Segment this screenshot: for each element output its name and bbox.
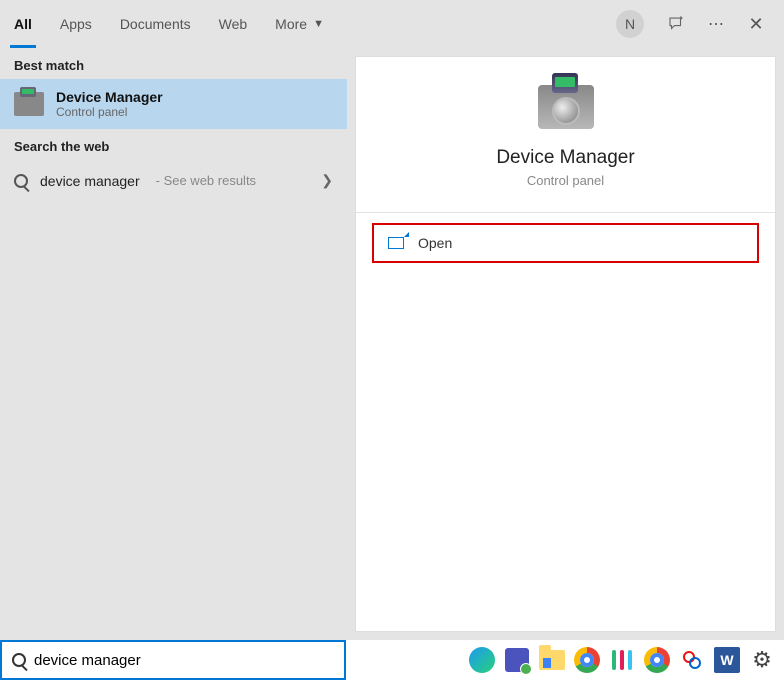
more-options-icon[interactable]: ⋯ xyxy=(700,8,732,40)
best-match-subtitle: Control panel xyxy=(56,105,163,119)
taskbar-teams-icon[interactable] xyxy=(501,644,533,676)
taskbar-items: W ⚙ xyxy=(350,640,784,680)
tab-more[interactable]: More ▼ xyxy=(261,0,338,48)
taskbar-settings-icon[interactable]: ⚙ xyxy=(746,644,778,676)
chevron-right-icon: ❯ xyxy=(321,172,333,189)
chevron-down-icon: ▼ xyxy=(313,18,324,30)
close-button[interactable]: ✕ xyxy=(740,8,772,40)
taskbar: W ⚙ xyxy=(0,640,784,680)
tab-label: All xyxy=(14,16,32,32)
tab-label: Web xyxy=(219,16,248,32)
taskbar-search-box[interactable] xyxy=(0,640,346,680)
open-label: Open xyxy=(418,235,452,251)
search-tabs: All Apps Documents Web More ▼ N ⋯ ✕ xyxy=(0,0,784,48)
best-match-item[interactable]: Device Manager Control panel xyxy=(0,79,347,129)
best-match-header: Best match xyxy=(0,48,347,79)
taskbar-edge-icon[interactable] xyxy=(466,644,498,676)
search-icon xyxy=(14,174,28,188)
tab-all[interactable]: All xyxy=(0,0,46,48)
tab-web[interactable]: Web xyxy=(205,0,262,48)
open-icon xyxy=(388,237,404,249)
taskbar-snip-icon[interactable] xyxy=(676,644,708,676)
avatar-letter: N xyxy=(625,16,635,32)
open-button[interactable]: Open xyxy=(372,223,759,263)
preview-panel: Device Manager Control panel Open xyxy=(355,56,776,632)
tab-label: Apps xyxy=(60,16,92,32)
results-split: Best match Device Manager Control panel … xyxy=(0,48,784,640)
preview-hero: Device Manager Control panel xyxy=(356,57,775,208)
search-box-wrap xyxy=(0,640,350,680)
device-manager-icon xyxy=(14,92,44,116)
tab-label: Documents xyxy=(120,16,191,32)
tab-label: More xyxy=(275,16,307,32)
divider xyxy=(356,212,775,213)
taskbar-word-icon[interactable]: W xyxy=(711,644,743,676)
user-avatar[interactable]: N xyxy=(616,10,644,38)
device-manager-large-icon xyxy=(538,85,594,129)
taskbar-slack-icon[interactable] xyxy=(606,644,638,676)
word-letter: W xyxy=(714,647,740,673)
best-match-text: Device Manager Control panel xyxy=(56,89,163,119)
feedback-icon[interactable] xyxy=(660,8,692,40)
search-web-header: Search the web xyxy=(0,129,347,160)
web-result-item[interactable]: device manager - See web results ❯ xyxy=(0,160,347,201)
search-input[interactable] xyxy=(34,652,334,669)
web-result-query: device manager xyxy=(40,173,140,189)
preview-subtitle: Control panel xyxy=(527,173,604,188)
results-right-pane: Device Manager Control panel Open xyxy=(347,48,784,640)
best-match-title: Device Manager xyxy=(56,89,163,105)
search-icon xyxy=(12,653,26,667)
taskbar-chrome2-icon[interactable] xyxy=(641,644,673,676)
results-left-pane: Best match Device Manager Control panel … xyxy=(0,48,347,640)
preview-title: Device Manager xyxy=(496,147,634,169)
taskbar-chrome-icon[interactable] xyxy=(571,644,603,676)
web-result-suffix: - See web results xyxy=(156,173,256,188)
tab-documents[interactable]: Documents xyxy=(106,0,205,48)
taskbar-explorer-icon[interactable] xyxy=(536,644,568,676)
tab-apps[interactable]: Apps xyxy=(46,0,106,48)
